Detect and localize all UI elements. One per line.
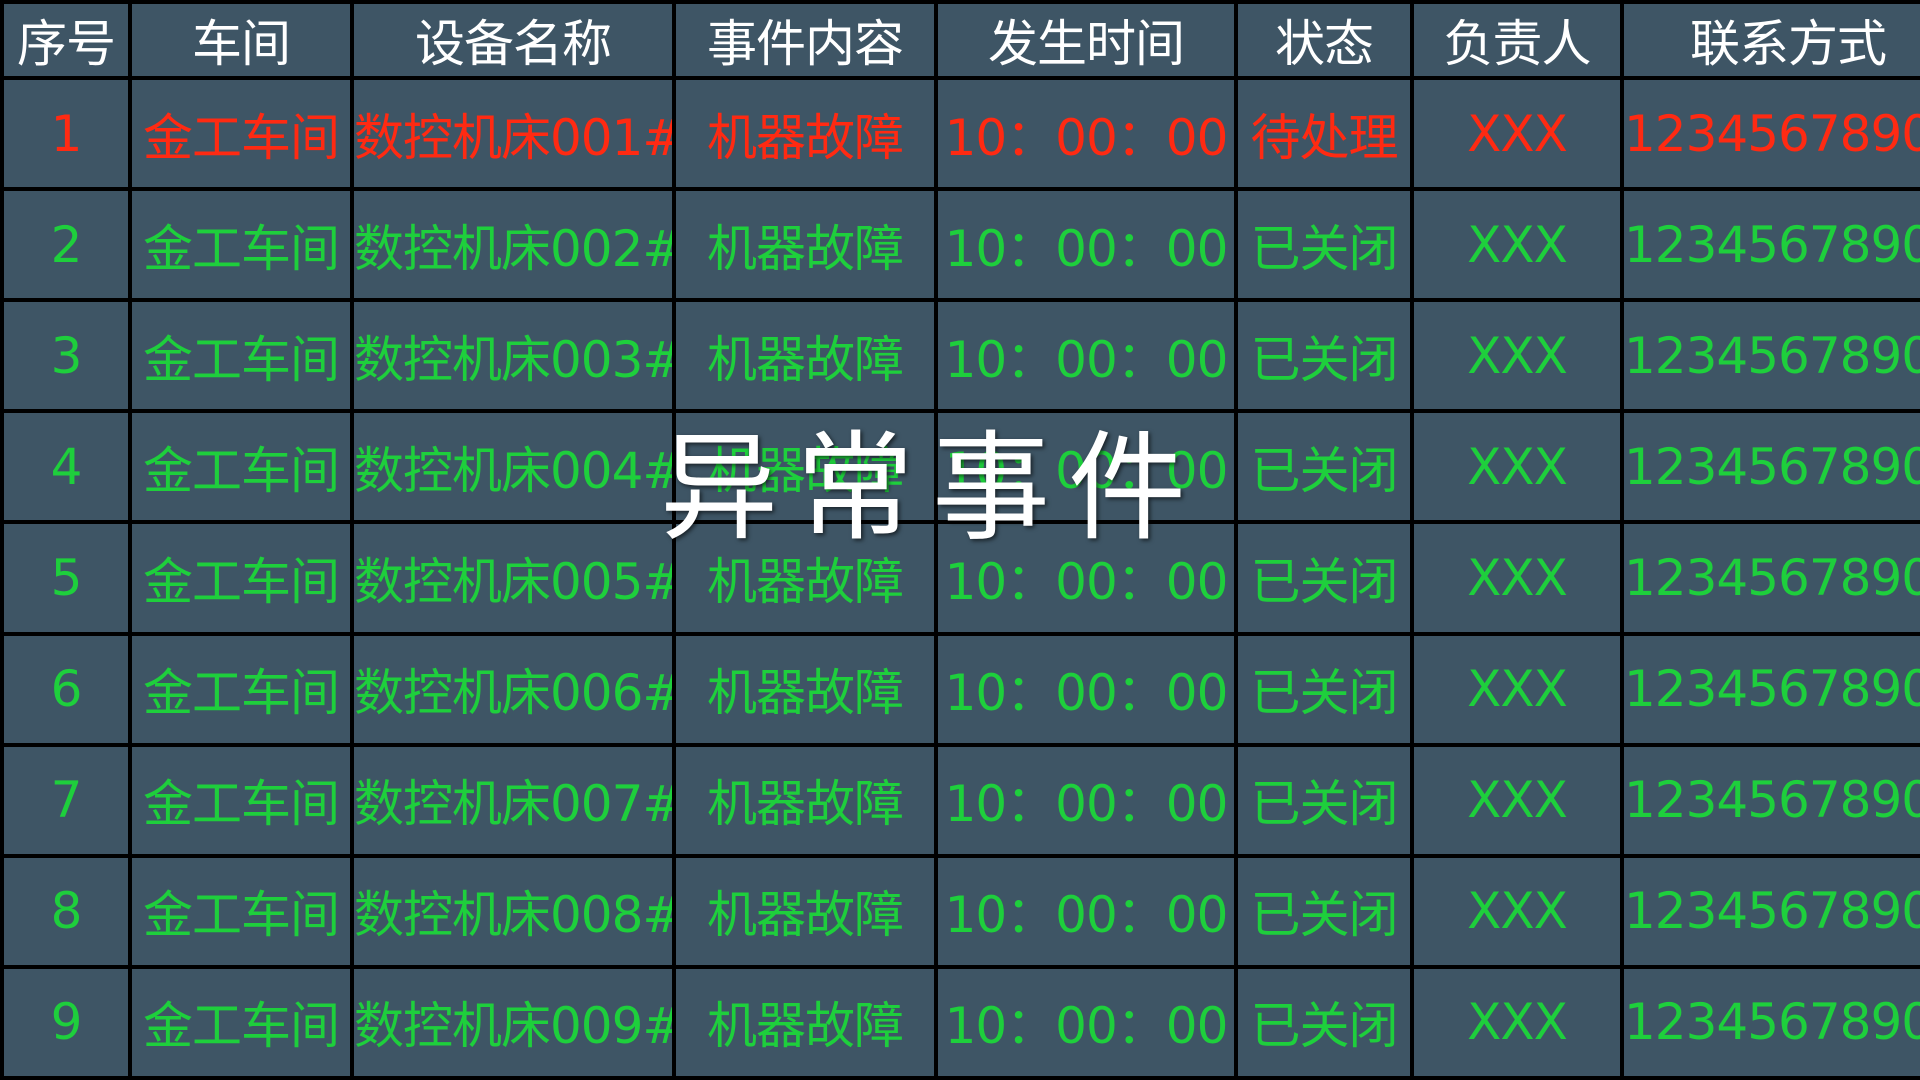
cell-event-content: 机器故障 [676,413,934,521]
cell-workshop: 金工车间 [132,746,350,854]
cell-event-content: 机器故障 [676,857,934,965]
cell-no: 2 [4,191,128,299]
header-no: 序号 [4,4,128,76]
cell-event-content: 机器故障 [676,191,934,299]
cell-status: 待处理 [1238,80,1410,188]
cell-status: 已关闭 [1238,302,1410,410]
table-row: 6 金工车间 数控机床006# 机器故障 10：00：00 已关闭 XXX 123456789… [4,635,1920,743]
cell-occur-time: 10：00：00 [938,302,1234,410]
cell-occur-time: 10：00：00 [938,968,1234,1076]
cell-occur-time: 10：00：00 [938,524,1234,632]
cell-occur-time: 10：00：00 [938,857,1234,965]
cell-occur-time: 10：00：00 [938,191,1234,299]
cell-occur-time: 10：00：00 [938,80,1234,188]
cell-workshop: 金工车间 [132,80,350,188]
cell-no: 4 [4,413,128,521]
cell-workshop: 金工车间 [132,968,350,1076]
cell-device-name: 数控机床006# [354,635,672,743]
cell-workshop: 金工车间 [132,524,350,632]
table-row: 9 金工车间 数控机床009# 机器故障 10：00：00 已关闭 XXX 123456789… [4,968,1920,1076]
cell-occur-time: 10：00：00 [938,746,1234,854]
cell-contact: 12345678901 [1624,635,1920,743]
header-contact: 联系方式 [1624,4,1920,76]
header-workshop: 车间 [132,4,350,76]
cell-status: 已关闭 [1238,746,1410,854]
cell-no: 6 [4,635,128,743]
cell-workshop: 金工车间 [132,191,350,299]
header-device-name: 设备名称 [354,4,672,76]
table-row: 1 金工车间 数控机床001# 机器故障 10：00：00 待处理 XXX 123456789… [4,80,1920,188]
cell-owner: XXX [1414,857,1620,965]
cell-owner: XXX [1414,191,1620,299]
cell-contact: 12345678901 [1624,746,1920,854]
cell-status: 已关闭 [1238,191,1410,299]
cell-contact: 12345678901 [1624,524,1920,632]
table-row: 4 金工车间 数控机床004# 机器故障 10：00：00 已关闭 XXX 123456789… [4,413,1920,521]
cell-no: 8 [4,857,128,965]
cell-status: 已关闭 [1238,635,1410,743]
cell-workshop: 金工车间 [132,413,350,521]
cell-device-name: 数控机床004# [354,413,672,521]
cell-event-content: 机器故障 [676,524,934,632]
cell-status: 已关闭 [1238,857,1410,965]
cell-contact: 12345678901 [1624,413,1920,521]
cell-device-name: 数控机床002# [354,191,672,299]
table-body: 1 金工车间 数控机床001# 机器故障 10：00：00 待处理 XXX 123456789… [4,80,1920,1076]
cell-no: 3 [4,302,128,410]
cell-device-name: 数控机床007# [354,746,672,854]
cell-event-content: 机器故障 [676,635,934,743]
table-header-row: 序号 车间 设备名称 事件内容 发生时间 状态 负责人 联系方式 [4,4,1920,76]
cell-contact: 12345678901 [1624,857,1920,965]
cell-owner: XXX [1414,968,1620,1076]
cell-device-name: 数控机床005# [354,524,672,632]
cell-no: 7 [4,746,128,854]
cell-owner: XXX [1414,524,1620,632]
cell-no: 5 [4,524,128,632]
header-status: 状态 [1238,4,1410,76]
cell-no: 9 [4,968,128,1076]
cell-contact: 12345678901 [1624,302,1920,410]
cell-occur-time: 10：00：00 [938,413,1234,521]
table-row: 5 金工车间 数控机床005# 机器故障 10：00：00 已关闭 XXX 123456789… [4,524,1920,632]
table-row: 3 金工车间 数控机床003# 机器故障 10：00：00 已关闭 XXX 123456789… [4,302,1920,410]
table-row: 2 金工车间 数控机床002# 机器故障 10：00：00 已关闭 XXX 123456789… [4,191,1920,299]
cell-occur-time: 10：00：00 [938,635,1234,743]
events-table-container: 序号 车间 设备名称 事件内容 发生时间 状态 负责人 联系方式 1 金工车间 数控… [0,0,1920,1080]
cell-device-name: 数控机床009# [354,968,672,1076]
table-row: 7 金工车间 数控机床007# 机器故障 10：00：00 已关闭 XXX 123456789… [4,746,1920,854]
header-event-content: 事件内容 [676,4,934,76]
cell-owner: XXX [1414,746,1620,854]
cell-no: 1 [4,80,128,188]
header-occur-time: 发生时间 [938,4,1234,76]
cell-device-name: 数控机床003# [354,302,672,410]
cell-event-content: 机器故障 [676,746,934,854]
cell-contact: 12345678901 [1624,191,1920,299]
cell-owner: XXX [1414,413,1620,521]
cell-event-content: 机器故障 [676,80,934,188]
cell-owner: XXX [1414,302,1620,410]
cell-status: 已关闭 [1238,524,1410,632]
events-table: 序号 车间 设备名称 事件内容 发生时间 状态 负责人 联系方式 1 金工车间 数控… [0,0,1920,1080]
cell-device-name: 数控机床001# [354,80,672,188]
cell-contact: 12345678901 [1624,968,1920,1076]
cell-owner: XXX [1414,635,1620,743]
cell-event-content: 机器故障 [676,968,934,1076]
cell-event-content: 机器故障 [676,302,934,410]
cell-status: 已关闭 [1238,413,1410,521]
cell-workshop: 金工车间 [132,857,350,965]
cell-workshop: 金工车间 [132,635,350,743]
header-owner: 负责人 [1414,4,1620,76]
cell-device-name: 数控机床008# [354,857,672,965]
table-row: 8 金工车间 数控机床008# 机器故障 10：00：00 已关闭 XXX 123456789… [4,857,1920,965]
cell-status: 已关闭 [1238,968,1410,1076]
cell-owner: XXX [1414,80,1620,188]
cell-workshop: 金工车间 [132,302,350,410]
cell-contact: 12345678901 [1624,80,1920,188]
